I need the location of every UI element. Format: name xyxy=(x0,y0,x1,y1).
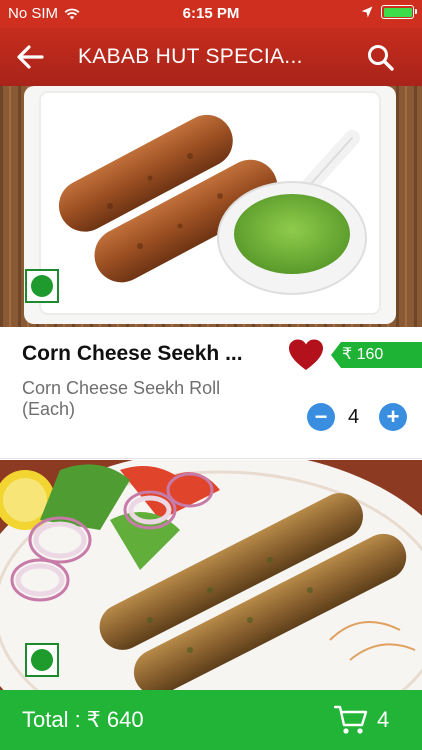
product-description: Corn Cheese Seekh Roll (Each) xyxy=(22,378,221,419)
cart-summary-bar[interactable]: Total : ₹ 640 4 xyxy=(0,690,422,750)
product-card: Corn Cheese Seekh ... ₹ 160 Corn Cheese … xyxy=(0,327,422,459)
battery-icon xyxy=(381,5,417,19)
app-bar: KABAB HUT SPECIA... xyxy=(0,28,422,86)
back-button[interactable] xyxy=(14,41,48,73)
status-time: 6:15 PM xyxy=(182,5,240,22)
price-tag: ₹ 160 xyxy=(331,342,422,368)
search-button[interactable] xyxy=(366,43,396,73)
minus-icon: − xyxy=(314,404,328,429)
battery-level xyxy=(383,7,412,17)
cart-count: 4 xyxy=(377,707,390,732)
search-icon xyxy=(368,45,394,71)
veg-indicator-icon xyxy=(25,269,59,303)
status-right xyxy=(361,5,417,19)
total-amount: Total : ₹ 640 xyxy=(22,707,144,732)
product-photo-corn-cheese-seekh xyxy=(0,86,422,327)
product-photo-seekh-kabab xyxy=(0,460,422,690)
product-name: Corn Cheese Seekh ... xyxy=(22,342,243,365)
favorite-button[interactable] xyxy=(288,339,324,371)
product-image[interactable] xyxy=(0,86,422,327)
quantity-value: 4 xyxy=(348,406,360,428)
increase-quantity-button[interactable]: + xyxy=(379,403,407,431)
cart-button[interactable] xyxy=(333,704,368,736)
status-bar: No SIM 6:15 PM xyxy=(0,0,422,28)
page-title: KABAB HUT SPECIA... xyxy=(78,45,303,68)
veg-indicator-icon xyxy=(25,643,59,677)
decrease-quantity-button[interactable]: − xyxy=(307,403,335,431)
screen: No SIM 6:15 PM KABAB HUT SPECIA... Corn … xyxy=(0,0,422,750)
plus-icon: + xyxy=(386,404,400,429)
heart-icon xyxy=(289,339,323,370)
cart-icon xyxy=(333,705,368,734)
product-image[interactable] xyxy=(0,460,422,690)
location-arrow-icon xyxy=(361,6,373,18)
arrow-left-icon xyxy=(17,45,44,69)
